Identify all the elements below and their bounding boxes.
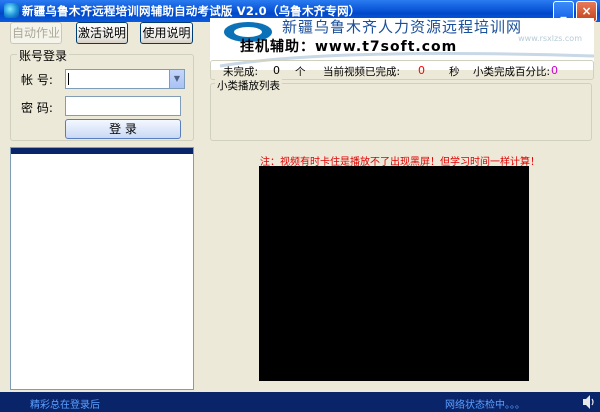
percent-label: 小类完成百分比: [473,66,551,78]
login-group-label: 账号登录 [17,47,70,64]
playlist-label: 小类播放列表 [215,78,282,93]
login-group: 账号登录 帐 号: ▼ 密 码: 登 录 [10,47,194,141]
banner-title: 新疆乌鲁木齐人力资源远程培训网 [282,18,523,36]
video-done-seconds: 0 [418,64,425,77]
speaker-icon[interactable] [582,394,596,410]
incomplete-count: 0 [273,64,280,77]
chevron-down-icon[interactable]: ▼ [169,70,184,88]
progress-stats: 未完成: 0 个 当前视频已完成: 0 秒 小类完成百分比: 0 [210,60,594,80]
auto-work-button[interactable]: 自动作业 [10,22,62,44]
status-left: 精彩总在登录后 [30,400,100,411]
count-unit: 个 [295,66,306,78]
list-header-bar [11,148,193,154]
account-label: 帐 号: [21,73,53,87]
course-list-panel[interactable] [10,147,194,390]
login-button[interactable]: 登 录 [65,119,181,139]
status-bar: 精彩总在登录后 网络状态检中。。。 [0,392,600,412]
text-cursor [68,73,69,85]
password-label: 密 码: [21,101,53,115]
percent-value: 0 [551,64,558,77]
banner-subtitle: 挂机辅助：www.t7soft.com [240,39,458,55]
app-icon [4,3,19,18]
seconds-unit: 秒 [449,66,460,78]
video-player[interactable] [259,166,529,381]
account-combo[interactable]: ▼ [65,69,185,89]
main-window: 自动作业 激活说明 使用说明 账号登录 帐 号: ▼ 密 码: 登 录 新疆乌鲁… [0,18,600,392]
status-network: 网络状态检中。。。 [445,400,525,411]
password-field[interactable] [65,96,181,116]
window-title: 新疆乌鲁木齐远程培训网辅助自动考试版 V2.0（乌鲁木齐专网） [22,4,361,18]
banner-url: www.rsxlzs.com [518,34,582,43]
incomplete-label: 未完成: [223,66,259,78]
playlist-group[interactable]: 小类播放列表 [210,78,592,141]
activate-help-button[interactable]: 激活说明 [76,22,128,44]
usage-help-button[interactable]: 使用说明 [140,22,193,44]
video-done-label: 当前视频已完成: [323,66,401,78]
